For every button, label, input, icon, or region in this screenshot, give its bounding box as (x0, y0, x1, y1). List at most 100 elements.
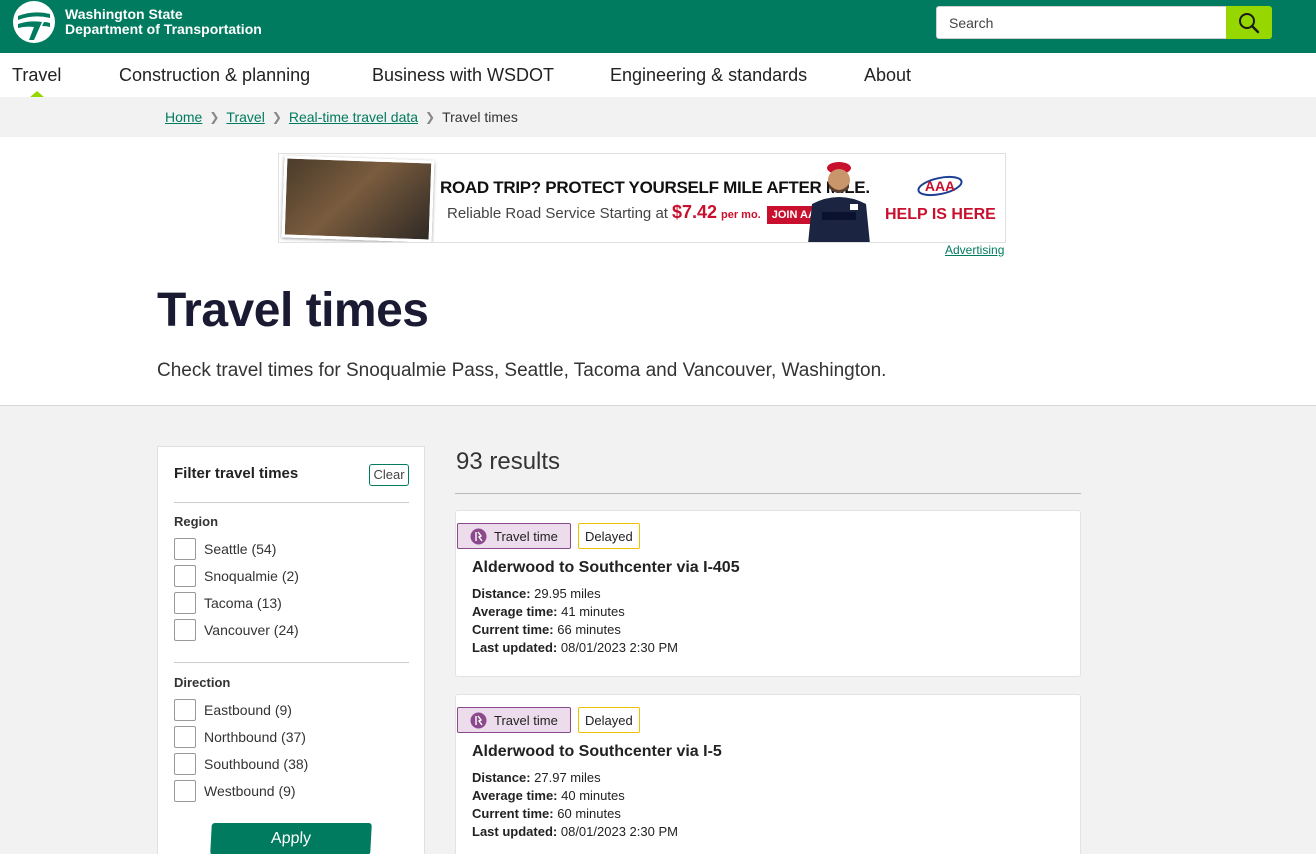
page-title: Travel times (157, 284, 429, 337)
distance-line: Distance: 27.97 miles (472, 770, 601, 785)
last-updated-label: Last updated: (472, 824, 558, 839)
nav-item-engineering[interactable]: Engineering & standards (610, 53, 807, 97)
average-time-value: 40 minutes (561, 788, 625, 803)
checkbox-label: Eastbound (9) (204, 702, 292, 718)
site-header: Washington State Department of Transport… (0, 0, 1316, 53)
current-time-line: Current time: 66 minutes (472, 622, 621, 637)
aaa-logo-text: AAA (925, 178, 955, 194)
direction-group-title: Direction (174, 675, 231, 690)
checkbox-region-tacoma[interactable]: Tacoma (13) (174, 592, 282, 614)
nav-item-business[interactable]: Business with WSDOT (372, 53, 554, 97)
checkbox-direction-eastbound[interactable]: Eastbound (9) (174, 699, 292, 721)
travel-time-icon (470, 528, 487, 544)
region-group-title: Region (174, 514, 219, 529)
tag-label: Travel time (494, 528, 558, 544)
checkbox-label: Snoqualmie (2) (204, 568, 299, 584)
delayed-badge: Delayed (578, 523, 640, 549)
breadcrumb-current: Travel times (442, 109, 518, 125)
checkbox-label: Tacoma (13) (204, 595, 282, 611)
checkbox[interactable] (174, 780, 196, 802)
breadcrumb-travel[interactable]: Travel (226, 109, 264, 125)
wsdot-logo-icon (13, 1, 55, 43)
chevron-right-icon: ❯ (425, 110, 436, 124)
average-time-line: Average time: 40 minutes (472, 788, 625, 803)
last-updated-line: Last updated: 08/01/2023 2:30 PM (472, 640, 678, 655)
checkbox-direction-southbound[interactable]: Southbound (38) (174, 753, 308, 775)
search-button[interactable] (1226, 6, 1272, 39)
average-time-label: Average time: (472, 788, 558, 803)
current-time-label: Current time: (472, 622, 554, 637)
ad-person-image (808, 162, 870, 242)
checkbox-label: Northbound (37) (204, 729, 306, 745)
nav-item-travel[interactable]: Travel (12, 53, 61, 97)
advertising-link[interactable]: Advertising (945, 243, 1004, 257)
ad-photo (281, 155, 435, 242)
nav-item-about[interactable]: About (864, 53, 911, 97)
aaa-advertisement[interactable]: ROAD TRIP? PROTECT YOURSELF MILE AFTER M… (278, 153, 1006, 243)
results-count: 93 results (456, 448, 561, 475)
ad-help-text: HELP IS HERE (885, 206, 996, 223)
average-time-label: Average time: (472, 604, 558, 619)
checkbox[interactable] (174, 565, 196, 587)
apply-button[interactable]: Apply (210, 823, 372, 854)
logo-text: Washington State Department of Transport… (65, 7, 262, 37)
last-updated-line: Last updated: 08/01/2023 2:30 PM (472, 824, 678, 839)
checkbox-label: Westbound (9) (204, 783, 296, 799)
checkbox[interactable] (174, 538, 196, 560)
breadcrumb: Home ❯ Travel ❯ Real-time travel data ❯ … (165, 97, 518, 137)
route-title[interactable]: Alderwood to Southcenter via I-405 (472, 559, 740, 577)
search-icon (1239, 12, 1260, 33)
distance-value: 27.97 miles (534, 770, 601, 785)
delayed-badge: Delayed (578, 707, 640, 733)
checkbox[interactable] (174, 753, 196, 775)
checkbox-region-seattle[interactable]: Seattle (54) (174, 538, 276, 560)
filter-divider (174, 662, 409, 663)
checkbox-direction-northbound[interactable]: Northbound (37) (174, 726, 306, 748)
filter-title: Filter travel times (174, 465, 299, 482)
current-time-line: Current time: 60 minutes (472, 806, 621, 821)
checkbox-region-vancouver[interactable]: Vancouver (24) (174, 619, 299, 641)
breadcrumb-bar: Home ❯ Travel ❯ Real-time travel data ❯ … (0, 97, 1316, 137)
checkbox-region-snoqualmie[interactable]: Snoqualmie (2) (174, 565, 299, 587)
chevron-right-icon: ❯ (271, 110, 282, 124)
average-time-line: Average time: 41 minutes (472, 604, 625, 619)
last-updated-value: 08/01/2023 2:30 PM (560, 824, 678, 839)
ad-subline: Reliable Road Service Starting at $7.42 … (447, 202, 829, 224)
travel-time-icon (470, 712, 487, 728)
clear-button[interactable]: Clear (369, 464, 409, 486)
distance-label: Distance: (472, 770, 531, 785)
current-time-value: 60 minutes (557, 806, 621, 821)
route-title[interactable]: Alderwood to Southcenter via I-5 (472, 743, 722, 761)
result-card[interactable]: Travel time Delayed Alderwood to Southce… (455, 694, 1081, 854)
travel-time-tag: Travel time (457, 523, 571, 549)
last-updated-label: Last updated: (472, 640, 558, 655)
ad-price: $7.42 (671, 202, 717, 222)
average-time-value: 41 minutes (561, 604, 625, 619)
distance-line: Distance: 29.95 miles (472, 586, 601, 601)
checkbox-direction-westbound[interactable]: Westbound (9) (174, 780, 296, 802)
current-time-label: Current time: (472, 806, 554, 821)
chevron-right-icon: ❯ (209, 110, 220, 124)
filter-panel: Filter travel times Clear Region Seattle… (157, 446, 425, 854)
wsdot-logo[interactable]: Washington State Department of Transport… (12, 0, 262, 44)
checkbox[interactable] (174, 726, 196, 748)
checkbox[interactable] (174, 619, 196, 641)
breadcrumb-realtime[interactable]: Real-time travel data (289, 109, 418, 125)
search-input[interactable] (936, 6, 1227, 39)
filter-divider (174, 502, 409, 503)
tag-label: Travel time (494, 712, 558, 728)
current-time-value: 66 minutes (557, 622, 621, 637)
ad-per-month: per mo. (721, 209, 761, 221)
aaa-logo-icon: AAA (917, 175, 963, 197)
checkbox[interactable] (174, 592, 196, 614)
nav-item-construction[interactable]: Construction & planning (119, 53, 310, 97)
logo-line-1: Washington State (65, 6, 183, 22)
result-card[interactable]: Travel time Delayed Alderwood to Southce… (455, 510, 1081, 677)
last-updated-value: 08/01/2023 2:30 PM (560, 640, 678, 655)
breadcrumb-home[interactable]: Home (165, 109, 202, 125)
checkbox-label: Seattle (54) (204, 541, 277, 557)
checkbox[interactable] (174, 699, 196, 721)
logo-line-2: Department of Transportation (65, 21, 262, 37)
results-divider (455, 493, 1081, 494)
main-nav: Travel Construction & planning Business … (0, 53, 1316, 97)
